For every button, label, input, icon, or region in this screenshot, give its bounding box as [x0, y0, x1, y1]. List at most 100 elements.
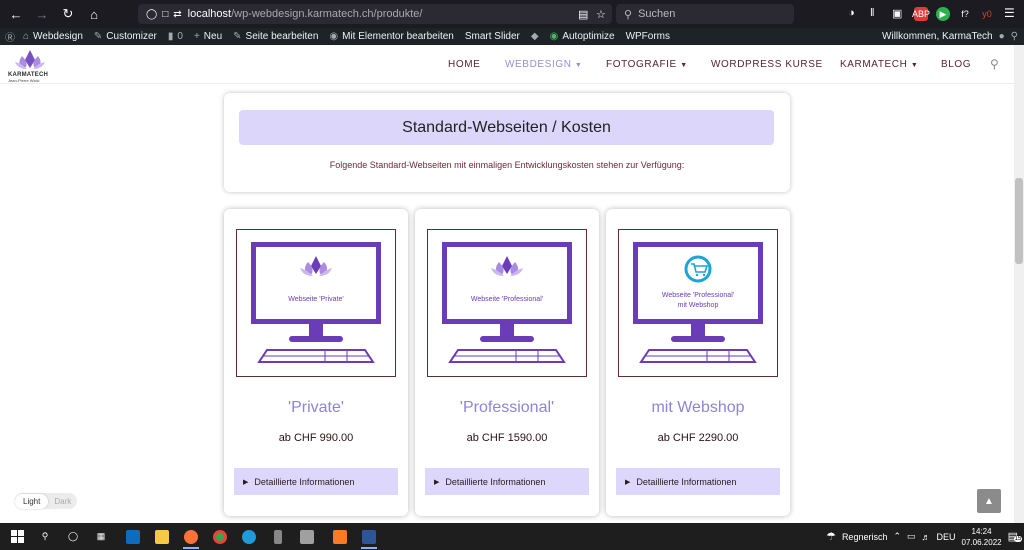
outlook-icon[interactable] [119, 523, 147, 550]
back-to-top-button[interactable]: ▲ [977, 489, 1001, 513]
chevron-up-icon[interactable]: ⌃ [893, 531, 901, 542]
nav-karmatech[interactable]: KARMATECH ▼ [840, 59, 918, 70]
details-toggle[interactable]: ▶ Detaillierte Informationen [616, 468, 780, 495]
chevron-down-icon: ▼ [574, 62, 583, 69]
weather-icon[interactable]: ☂ [826, 530, 836, 543]
home-icon[interactable]: ⌂ [84, 4, 104, 24]
dark-mode-option[interactable]: Dark [54, 497, 71, 506]
bookmark-star-icon[interactable]: ☆ [596, 8, 606, 21]
elementor-icon: ◉ [329, 31, 339, 42]
chevron-down-icon: ▼ [680, 62, 688, 69]
nav-karmatech-label: KARMATECH [840, 59, 908, 70]
wp-logo-icon[interactable]: Ⓡ [5, 29, 15, 44]
fquestion-extension-icon[interactable]: f? [958, 7, 972, 21]
nav-webdesign[interactable]: WEBDESIGN ▼ [505, 59, 582, 70]
adminbar-search-icon[interactable]: ⚲ [1011, 31, 1018, 42]
adminbar-smart-slider-label: Smart Slider [464, 31, 520, 42]
adminbar-diamond-icon[interactable]: ◆ [531, 31, 539, 42]
logo-subtitle: Jean-Pierre Wicki [8, 78, 40, 83]
adminbar-edit-label: Seite bearbeiten [245, 31, 319, 42]
product-image: Webseite 'Professional' mit Webshop [618, 229, 778, 377]
product-card: Webseite 'Private' 'Private' ab CHF 990.… [224, 209, 408, 516]
weather-label[interactable]: Regnerisch [842, 532, 888, 542]
adminbar-customizer[interactable]: ✎ Customizer [94, 31, 157, 42]
product-price: ab CHF 2290.00 [657, 432, 739, 444]
details-label: Detaillierte Informationen [254, 476, 355, 487]
play-extension-icon[interactable]: ▶ [936, 7, 950, 21]
task-view-icon[interactable]: ▦ [87, 523, 115, 550]
search-icon[interactable]: ⚲ [990, 57, 999, 71]
adblock-icon[interactable]: ABP [912, 7, 930, 21]
adminbar-wpforms-label: WPForms [625, 31, 671, 42]
theme-toggle[interactable]: Light Dark [15, 493, 77, 509]
adminbar-site[interactable]: ⌂ Webdesign [23, 31, 83, 42]
file-explorer-icon[interactable] [148, 523, 176, 550]
intro-text: Folgende Standard-Webseiten mit einmalig… [329, 160, 685, 170]
comment-count: 0 [177, 31, 183, 42]
start-button[interactable] [3, 523, 31, 550]
adminbar-comments[interactable]: ▮ 0 [168, 31, 183, 42]
caret-right-icon: ▶ [434, 478, 440, 486]
reload-icon[interactable]: ↻ [58, 4, 78, 24]
adminbar-elementor[interactable]: ◉ Mit Elementor bearbeiten [329, 31, 453, 42]
adminbar-wpforms[interactable]: WPForms [626, 31, 670, 42]
network-icon[interactable]: ▭ [907, 531, 916, 542]
home-icon: ⌂ [23, 31, 30, 42]
firefox-icon[interactable] [177, 523, 205, 550]
library-icon[interactable]: ‖ [870, 7, 875, 19]
adminbar-account[interactable]: Willkommen, KarmaTech ● ⚲ [882, 28, 1018, 45]
site-logo[interactable]: KARMATECH Jean-Pierre Wicki [8, 48, 52, 83]
shield-icon: ◯ [146, 8, 158, 20]
menu-icon[interactable]: ☰ [1004, 6, 1015, 20]
adminbar-edit-page[interactable]: ✎ Seite bearbeiten [233, 31, 318, 42]
nav-blog[interactable]: BLOG [941, 59, 971, 70]
nav-home[interactable]: HOME [448, 59, 480, 70]
adminbar-elementor-label: Mit Elementor bearbeiten [342, 31, 454, 42]
greeting: Willkommen, KarmaTech [882, 31, 993, 42]
word-icon[interactable] [355, 523, 383, 550]
adminbar-smart-slider[interactable]: Smart Slider [465, 31, 520, 42]
cortana-icon[interactable]: ◯ [59, 523, 87, 550]
xampp-icon[interactable] [326, 523, 354, 550]
chevron-up-icon: ▲ [984, 495, 994, 507]
adminbar-new[interactable]: + Neu [194, 31, 222, 42]
comment-icon: ▮ [167, 31, 174, 42]
url-host: localhost [187, 8, 232, 20]
adminbar-new-label: Neu [203, 31, 223, 42]
windows-icon [10, 530, 24, 543]
sidebar-icon[interactable]: ▣ [892, 7, 902, 20]
scrollbar[interactable] [1014, 45, 1024, 523]
screen-label: Webseite 'Professional' [661, 292, 735, 299]
details-toggle[interactable]: ▶ Detaillierte Informationen [234, 468, 398, 495]
adminbar-autoptimize[interactable]: ◉ Autoptimize [550, 31, 615, 42]
volume-icon[interactable]: ♬ [922, 532, 931, 542]
usb-icon[interactable] [264, 523, 292, 550]
search-input[interactable]: ⚲ Suchen [616, 4, 794, 24]
intro-box: Standard-Webseiten / Kosten Folgende Sta… [224, 93, 790, 192]
nav-wordpress-kurse[interactable]: WORDPRESS KURSE [711, 59, 823, 70]
y0-extension-icon[interactable]: y0 [980, 7, 994, 21]
product-price: ab CHF 1590.00 [466, 432, 548, 444]
pocket-icon[interactable]: ◑ [848, 7, 855, 19]
nav-fotografie[interactable]: FOTOGRAFIE ▼ [606, 59, 688, 70]
notification-icon[interactable]: ▤ 15 [1008, 530, 1023, 543]
camera-icon[interactable] [293, 523, 321, 550]
forward-icon[interactable]: → [32, 4, 52, 24]
product-image: Webseite 'Private' [236, 229, 396, 377]
taskbar-search-icon[interactable]: ⚲ [31, 523, 59, 550]
product-card: Webseite 'Professional' mit Webshop mit … [606, 209, 790, 516]
details-toggle[interactable]: ▶ Detaillierte Informationen [425, 468, 589, 495]
page-title: Standard-Webseiten / Kosten [239, 110, 774, 145]
light-mode-option[interactable]: Light [15, 493, 49, 509]
language-label[interactable]: DEU [937, 532, 956, 542]
url-bar[interactable]: ◯ □ ⇄ localhost/wp-webdesign.karmatech.c… [138, 4, 612, 24]
chrome-icon[interactable] [206, 523, 234, 550]
chevron-down-icon: ▼ [910, 62, 919, 69]
clock[interactable]: 14:24 07.06.2022 [962, 526, 1002, 548]
diamond-icon: ◆ [530, 31, 539, 42]
adminbar-autoptimize-label: Autoptimize [562, 31, 615, 42]
scrollbar-thumb[interactable] [1015, 178, 1023, 264]
reader-icon[interactable]: ▤ [578, 8, 588, 21]
edge-icon[interactable] [235, 523, 263, 550]
back-icon[interactable]: ← [6, 4, 26, 24]
